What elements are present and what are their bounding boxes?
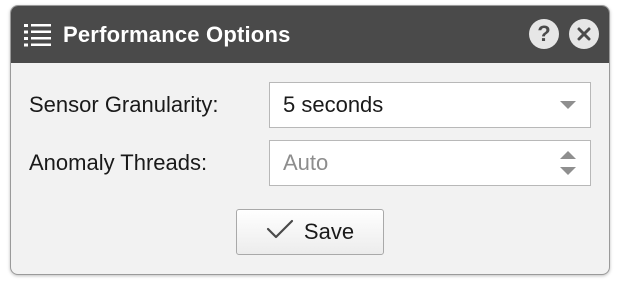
dialog-title: Performance Options	[63, 21, 291, 47]
granularity-value: 5 seconds	[283, 92, 384, 117]
threads-label: Anomaly Threads:	[29, 150, 208, 175]
stepper-down-icon[interactable]	[560, 167, 576, 175]
list-menu-icon[interactable]	[23, 20, 53, 50]
check-icon	[266, 219, 294, 245]
titlebar-actions: ?	[529, 19, 599, 49]
save-label: Save	[303, 219, 355, 244]
save-button[interactable]: Save	[236, 209, 384, 255]
threads-stepper[interactable]: Auto	[269, 140, 591, 186]
close-icon[interactable]	[569, 19, 599, 49]
threads-row: Anomaly Threads: Auto	[11, 139, 609, 187]
granularity-select[interactable]: 5 seconds	[269, 82, 591, 128]
granularity-label: Sensor Granularity:	[29, 92, 219, 117]
dialog-titlebar: Performance Options ?	[11, 6, 609, 63]
help-icon[interactable]: ?	[529, 19, 559, 49]
threads-placeholder: Auto	[283, 150, 329, 175]
stepper-up-icon[interactable]	[560, 151, 576, 159]
chevron-down-icon	[560, 101, 576, 109]
granularity-row: Sensor Granularity: 5 seconds	[11, 81, 609, 129]
performance-options-dialog: Performance Options ? Sensor Granularity…	[10, 5, 610, 275]
stepper-arrows-icon[interactable]	[560, 151, 576, 177]
